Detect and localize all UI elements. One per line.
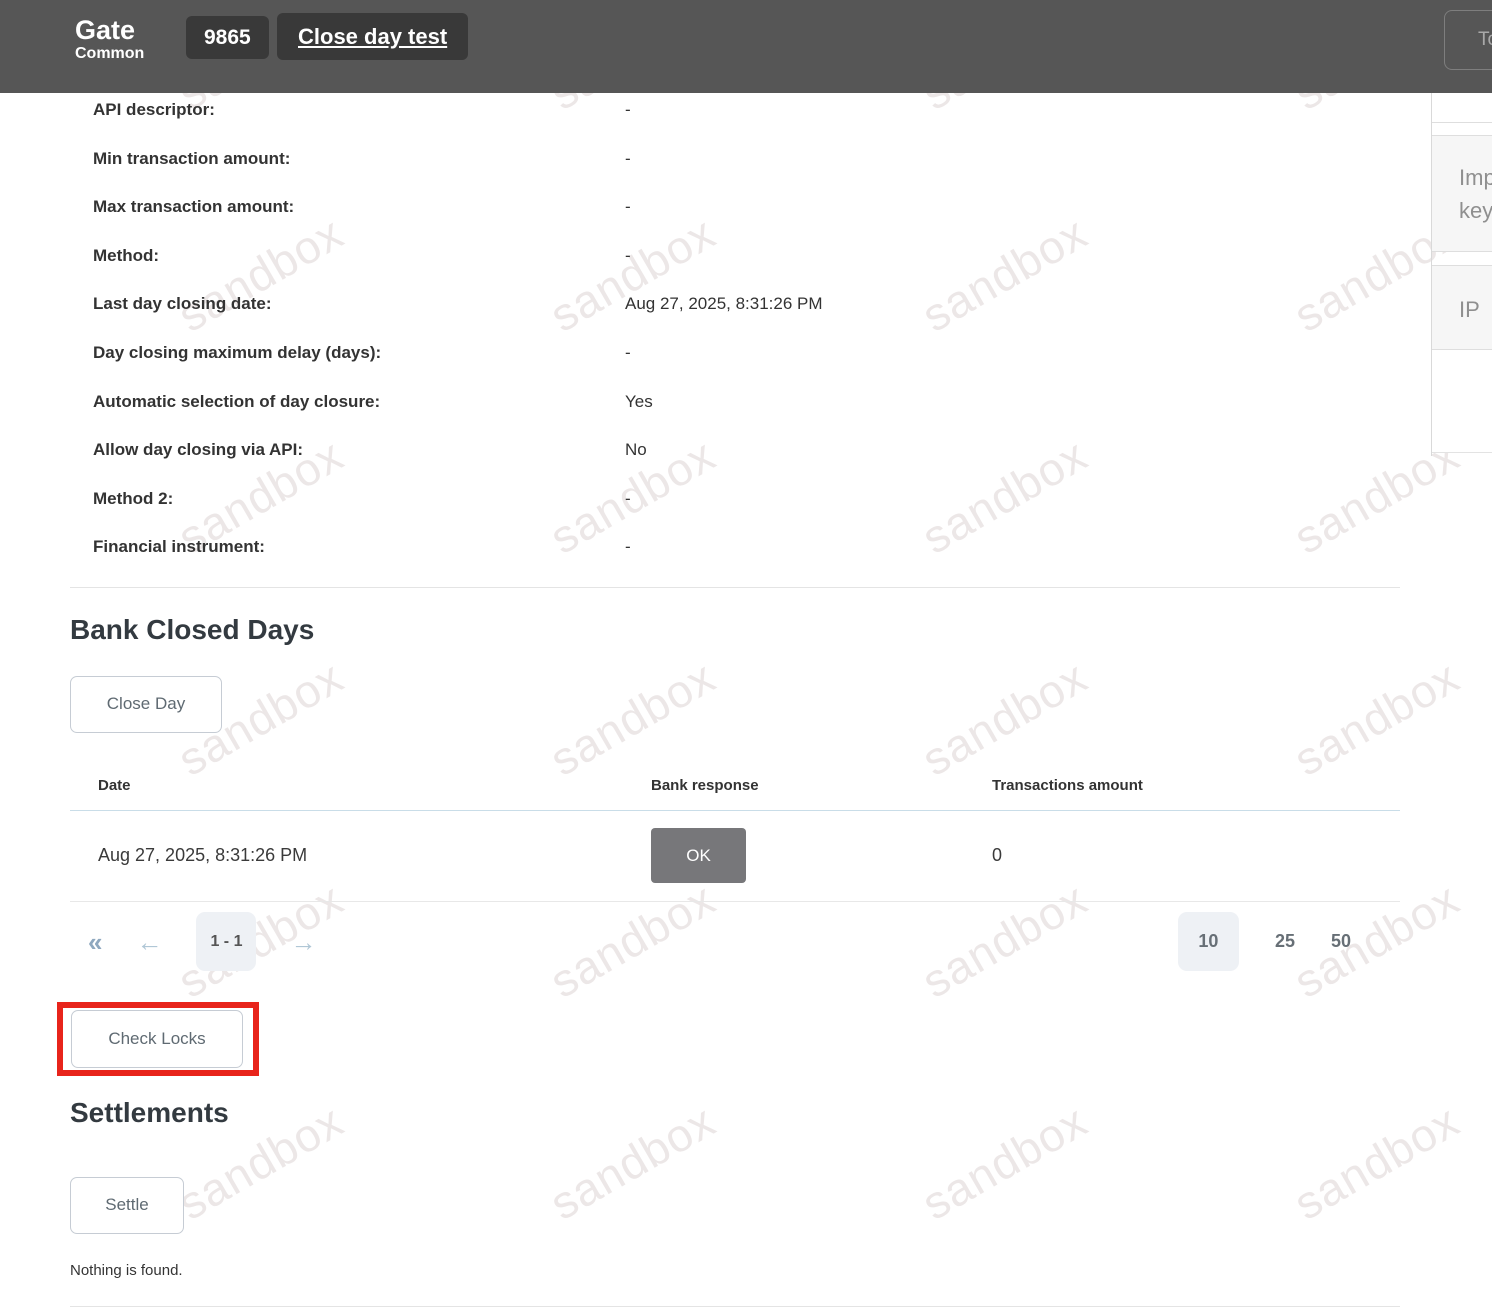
detail-row: Min transaction amount: -	[93, 147, 1431, 196]
detail-label: Min transaction amount:	[93, 149, 625, 169]
detail-label: API descriptor:	[93, 100, 625, 120]
detail-row: Financial instrument: -	[93, 535, 1431, 584]
detail-row: Automatic selection of day closure: Yes	[93, 390, 1431, 439]
detail-label: Method 2:	[93, 489, 625, 509]
page-size-10-button[interactable]: 10	[1178, 912, 1239, 971]
page-range-indicator: 1 - 1	[196, 912, 256, 971]
table-row: Aug 27, 2025, 8:31:26 PM OK 0	[70, 811, 1400, 902]
detail-value: -	[625, 537, 631, 557]
page-size-25-button[interactable]: 25	[1275, 931, 1295, 952]
brand: Gate Common	[75, 15, 144, 63]
header-partial-button[interactable]: To	[1444, 10, 1492, 70]
pagination: « ← 1 - 1 → 10 25 50	[70, 911, 1400, 973]
gate-name-link[interactable]: Close day test	[277, 13, 468, 60]
detail-row: API descriptor: -	[93, 98, 1431, 147]
main-content: API descriptor: - Min transaction amount…	[0, 93, 1431, 1307]
sidebar-stub-panel	[1432, 93, 1492, 123]
brand-subtitle: Common	[75, 45, 144, 63]
check-locks-highlight: Check Locks	[57, 1002, 259, 1076]
bottom-divider	[70, 1306, 1400, 1307]
right-sidebar: Imp key IP	[1431, 93, 1492, 456]
settlements-empty-text: Nothing is found.	[70, 1262, 1431, 1279]
section-divider	[70, 587, 1400, 588]
cell-bank-response: OK	[651, 828, 992, 883]
first-page-button[interactable]: «	[88, 929, 102, 955]
bank-response-ok-button[interactable]: OK	[651, 828, 746, 883]
column-header-bank-response: Bank response	[651, 777, 992, 810]
column-header-date: Date	[70, 777, 651, 810]
detail-value: No	[625, 440, 647, 460]
detail-row: Method 2: -	[93, 487, 1431, 536]
sidebar-item-import-keys[interactable]: Imp key	[1432, 135, 1492, 252]
detail-label: Automatic selection of day closure:	[93, 392, 625, 412]
detail-value: Aug 27, 2025, 8:31:26 PM	[625, 294, 823, 314]
sidebar-item-ip[interactable]: IP	[1432, 265, 1492, 350]
details-list: API descriptor: - Min transaction amount…	[0, 93, 1431, 584]
detail-label: Allow day closing via API:	[93, 440, 625, 460]
settle-button[interactable]: Settle	[70, 1177, 184, 1234]
column-header-transactions-amount: Transactions amount	[992, 777, 1400, 810]
detail-value: -	[625, 489, 631, 509]
detail-label: Method:	[93, 246, 625, 266]
closed-days-table: Date Bank response Transactions amount A…	[70, 777, 1400, 902]
cell-date: Aug 27, 2025, 8:31:26 PM	[70, 845, 651, 866]
cell-transactions-amount: 0	[992, 845, 1400, 866]
detail-row: Last day closing date: Aug 27, 2025, 8:3…	[93, 292, 1431, 341]
page-size-selector: 10 25 50	[1178, 911, 1351, 973]
detail-value: -	[625, 343, 631, 363]
detail-value: -	[625, 246, 631, 266]
detail-label: Last day closing date:	[93, 294, 625, 314]
app-header: Gate Common 9865 Close day test To	[0, 0, 1492, 93]
detail-value: -	[625, 149, 631, 169]
detail-label: Financial instrument:	[93, 537, 625, 557]
detail-label: Max transaction amount:	[93, 197, 625, 217]
brand-title: Gate	[75, 15, 144, 45]
page-size-50-button[interactable]: 50	[1331, 931, 1351, 952]
bank-closed-days-title: Bank Closed Days	[70, 613, 1431, 647]
detail-label: Day closing maximum delay (days):	[93, 343, 625, 363]
detail-value: -	[625, 197, 631, 217]
gate-id-badge: 9865	[186, 16, 269, 59]
detail-row: Method: -	[93, 244, 1431, 293]
check-locks-button[interactable]: Check Locks	[71, 1010, 243, 1068]
detail-row: Day closing maximum delay (days): -	[93, 341, 1431, 390]
detail-value: -	[625, 100, 631, 120]
close-day-button[interactable]: Close Day	[70, 676, 222, 733]
page: sandboxsandboxsandboxsandboxsandboxsandb…	[0, 0, 1492, 1315]
detail-row: Max transaction amount: -	[93, 195, 1431, 244]
detail-row: Allow day closing via API: No	[93, 438, 1431, 487]
settlements-title: Settlements	[70, 1096, 1431, 1130]
next-page-icon[interactable]: →	[290, 929, 316, 955]
table-header-row: Date Bank response Transactions amount	[70, 777, 1400, 811]
prev-page-icon[interactable]: ←	[136, 929, 162, 955]
sidebar-empty-panel	[1432, 350, 1492, 453]
detail-value: Yes	[625, 392, 653, 412]
